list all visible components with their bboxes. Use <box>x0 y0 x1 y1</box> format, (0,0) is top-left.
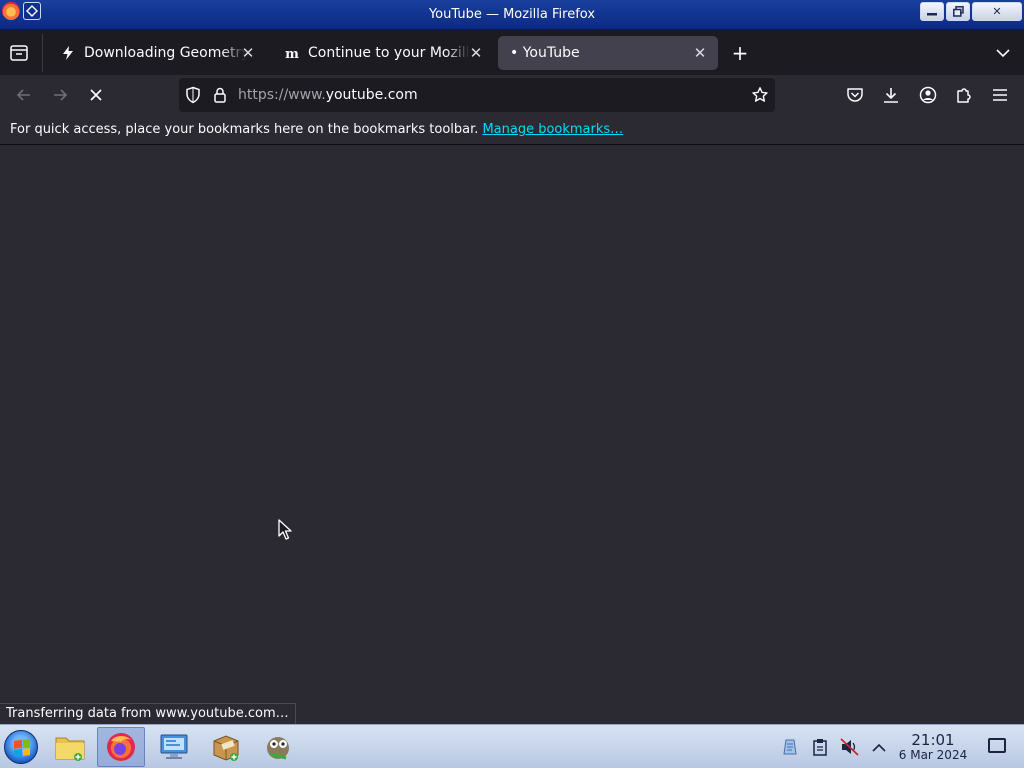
show-hidden-icons-chevron-up-icon[interactable] <box>869 737 889 757</box>
tab-label: • YouTube <box>510 45 580 61</box>
taskbar-firefox[interactable] <box>97 727 145 767</box>
monitor-network-icon <box>160 734 188 759</box>
back-arrow-icon <box>16 89 30 101</box>
show-desktop-button[interactable] <box>988 738 1006 753</box>
clock-date: 6 Mar 2024 <box>898 748 968 762</box>
window-title: YouTube — Mozilla Firefox <box>428 7 596 22</box>
lock-icon[interactable] <box>212 86 228 108</box>
navigation-toolbar: https://www.youtube.com <box>0 75 1024 115</box>
bookmarks-empty-message: For quick access, place your bookmarks h… <box>10 122 623 137</box>
start-button[interactable] <box>4 730 38 764</box>
stop-loading-button[interactable] <box>84 83 108 107</box>
window-titlebar: YouTube — Mozilla Firefox ✕ <box>0 0 1024 30</box>
close-window-button[interactable]: ✕ <box>972 2 1022 21</box>
firefox-view-button[interactable] <box>8 42 30 64</box>
windows-flag-icon <box>14 739 30 757</box>
account-button[interactable] <box>916 83 940 107</box>
package-box-icon <box>213 735 239 761</box>
firefox-view-icon <box>10 45 28 61</box>
stop-icon <box>90 89 102 101</box>
tab-label: Downloading Geometry Das <box>84 45 246 61</box>
window-controls: ✕ <box>920 2 1022 21</box>
status-panel: Transferring data from www.youtube.com… <box>0 703 296 724</box>
extensions-button[interactable] <box>952 83 976 107</box>
restore-button[interactable] <box>946 2 970 21</box>
downloads-button[interactable] <box>879 83 903 107</box>
taskbar-package-manager[interactable] <box>202 727 250 767</box>
page-content[interactable] <box>0 145 1024 724</box>
minimize-button[interactable] <box>920 2 944 21</box>
list-all-tabs-button[interactable] <box>992 42 1014 64</box>
manage-bookmarks-link[interactable]: Manage bookmarks… <box>482 122 623 137</box>
mouse-cursor-icon <box>278 519 292 545</box>
tab-youtube[interactable]: • YouTube ✕ <box>498 36 718 70</box>
folder-icon <box>55 737 85 761</box>
tab-strip: Downloading Geometry Das ✕ m Continue to… <box>0 30 1024 75</box>
tab-downloading-geometry[interactable]: Downloading Geometry Das ✕ <box>48 36 266 70</box>
tab-label: Continue to your Mozilla ac <box>308 45 470 61</box>
taskbar-gimp[interactable] <box>254 727 302 767</box>
clipboard-manager-icon[interactable] <box>780 737 800 757</box>
volume-muted-icon[interactable] <box>840 737 860 757</box>
bolt-icon <box>60 45 76 61</box>
forward-button[interactable] <box>48 83 72 107</box>
system-clock[interactable]: 21:01 6 Mar 2024 <box>890 732 976 762</box>
address-bar[interactable]: https://www.youtube.com <box>179 78 775 112</box>
firefox-icon <box>107 733 135 761</box>
tab-close-button[interactable]: ✕ <box>240 44 256 62</box>
chevron-down-icon <box>996 48 1010 57</box>
mozilla-m-icon: m <box>284 45 300 61</box>
notes-tray-icon[interactable] <box>810 737 830 757</box>
pocket-icon <box>847 88 863 102</box>
tab-close-button[interactable]: ✕ <box>468 44 484 62</box>
url-host: youtube.com <box>325 87 418 103</box>
puzzle-piece-icon <box>957 88 971 103</box>
app-menu-button[interactable] <box>988 83 1012 107</box>
bookmarks-toolbar: For quick access, place your bookmarks h… <box>0 115 1024 145</box>
clock-time: 21:01 <box>911 731 955 749</box>
bookmarks-hint-text: For quick access, place your bookmarks h… <box>10 122 479 137</box>
bookmark-star-icon[interactable] <box>751 86 769 108</box>
pocket-button[interactable] <box>843 83 867 107</box>
hamburger-menu-icon <box>993 89 1007 101</box>
taskbar: 21:01 6 Mar 2024 <box>0 724 1024 768</box>
taskbar-remote-desktop[interactable] <box>150 727 198 767</box>
taskbar-file-manager[interactable] <box>46 727 94 767</box>
tab-mozilla-account[interactable]: m Continue to your Mozilla ac ✕ <box>272 36 494 70</box>
url-scheme: https://www. <box>238 87 326 103</box>
tab-separator <box>42 34 43 72</box>
back-button[interactable] <box>12 83 36 107</box>
svg-text:m: m <box>285 47 299 61</box>
tab-close-button[interactable]: ✕ <box>692 44 708 62</box>
url-text[interactable]: https://www.youtube.com <box>238 87 418 103</box>
forward-arrow-icon <box>54 89 68 101</box>
paint-tool-icon <box>267 737 289 760</box>
tracking-protection-icon[interactable] <box>185 86 201 108</box>
download-icon <box>884 88 898 103</box>
account-icon <box>919 86 937 104</box>
new-tab-button[interactable]: + <box>729 41 751 65</box>
